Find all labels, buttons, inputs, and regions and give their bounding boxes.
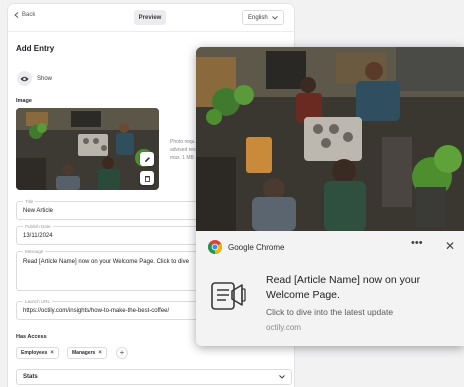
publish-date-label: Publish Date bbox=[23, 224, 53, 229]
chrome-icon bbox=[208, 240, 222, 254]
title-field-value: New Article bbox=[23, 208, 54, 214]
notification-app-name: Google Chrome bbox=[228, 243, 285, 252]
notification-title: Read [Article Name] now on your Welcome … bbox=[266, 274, 421, 301]
launch-url-label: Launch URL bbox=[23, 299, 53, 304]
notification-source: octily.com bbox=[266, 323, 301, 332]
back-label: Back bbox=[22, 12, 36, 18]
notification-hero-image bbox=[196, 47, 464, 231]
more-options-icon[interactable]: ••• bbox=[411, 237, 423, 249]
visibility-toggle[interactable]: Show bbox=[17, 71, 52, 86]
notification-header: Google Chrome ••• ✕ bbox=[196, 231, 464, 263]
chevron-left-icon bbox=[14, 12, 19, 18]
chevron-down-icon bbox=[272, 15, 278, 20]
chip-label: Managers bbox=[72, 350, 96, 356]
notification-app-icon bbox=[211, 282, 246, 310]
image-thumbnail bbox=[16, 108, 159, 190]
pencil-icon bbox=[144, 156, 150, 162]
chip-label: Employees bbox=[21, 350, 48, 356]
title-field-label: Title bbox=[23, 199, 36, 204]
message-field-label: Message bbox=[23, 249, 46, 254]
form-topbar: Back Preview English bbox=[8, 4, 294, 32]
eye-icon bbox=[20, 76, 29, 81]
stats-label: Stats bbox=[23, 374, 38, 380]
preview-button[interactable]: Preview bbox=[134, 10, 166, 25]
publish-date-value: 13/11/2024 bbox=[23, 233, 53, 239]
add-access-button[interactable]: + bbox=[116, 347, 128, 359]
page-title: Add Entry bbox=[16, 44, 55, 53]
back-button[interactable]: Back bbox=[14, 12, 35, 18]
chevron-down-icon bbox=[279, 375, 285, 379]
access-chip-managers: Managers × bbox=[67, 347, 107, 359]
image-section-label: Image bbox=[16, 98, 32, 104]
launch-url-value: https://octily.com/insights/how-to-make-… bbox=[23, 308, 170, 314]
access-chip-employees: Employees × bbox=[16, 347, 59, 359]
delete-image-button[interactable] bbox=[140, 171, 154, 185]
message-field-value: Read [Article Name] now on your Welcome … bbox=[23, 259, 189, 265]
close-icon[interactable]: ✕ bbox=[445, 239, 455, 253]
remove-chip-icon[interactable]: × bbox=[50, 350, 54, 356]
show-label: Show bbox=[37, 75, 53, 82]
notification-body: Click to dive into the latest update bbox=[266, 307, 394, 317]
trash-icon bbox=[144, 175, 150, 182]
has-access-label: Has Access bbox=[16, 334, 47, 340]
chrome-notification[interactable]: Google Chrome ••• ✕ Read [Article Name] … bbox=[196, 47, 464, 346]
language-value: English bbox=[248, 14, 268, 21]
stats-accordion[interactable]: Stats bbox=[16, 369, 292, 385]
edit-image-button[interactable] bbox=[140, 152, 154, 166]
language-select[interactable]: English bbox=[242, 10, 284, 25]
eye-button[interactable] bbox=[17, 71, 32, 86]
cafe-photo bbox=[16, 108, 159, 190]
remove-chip-icon[interactable]: × bbox=[98, 350, 102, 356]
